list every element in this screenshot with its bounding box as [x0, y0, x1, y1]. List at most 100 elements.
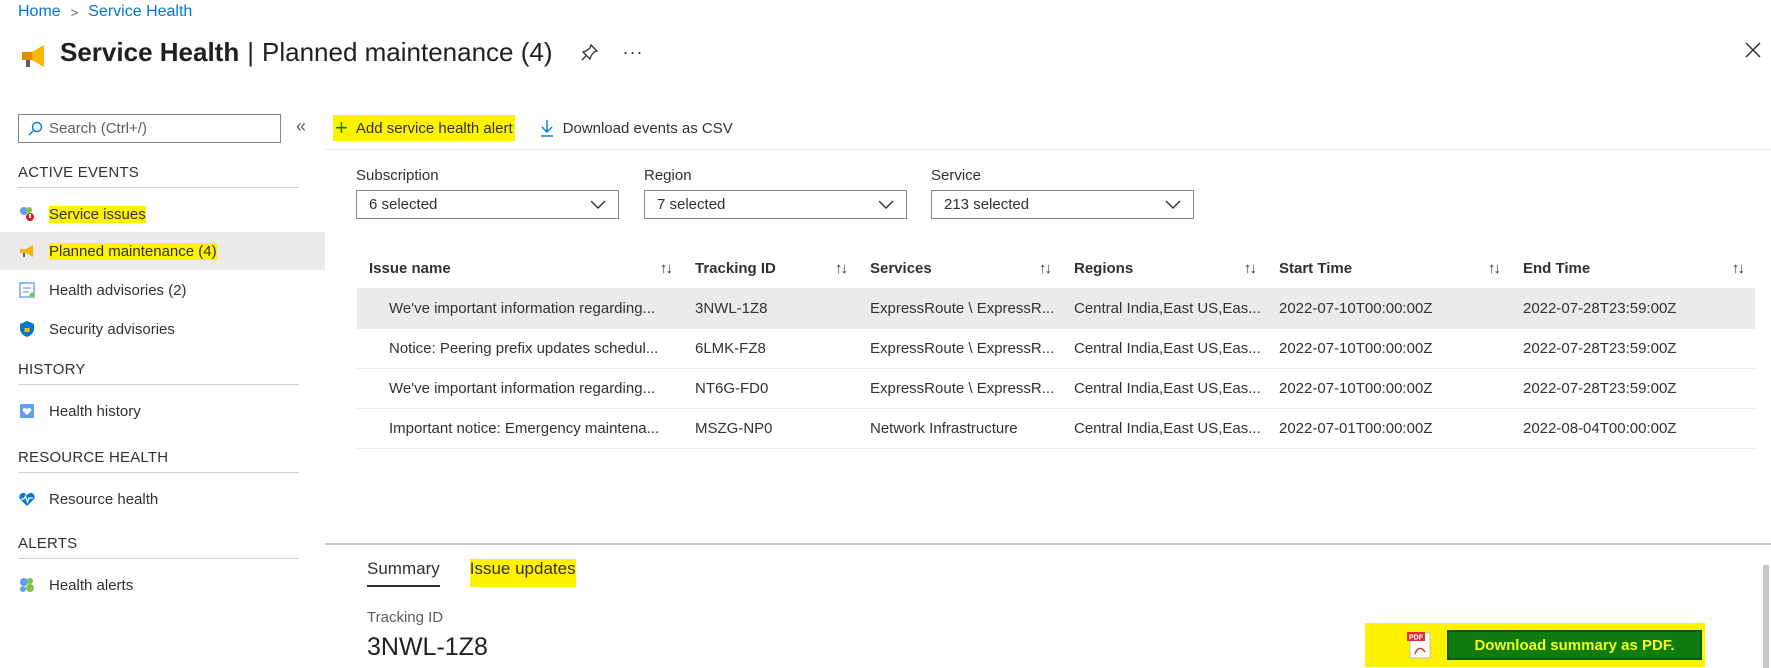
column-header-tracking-id[interactable]: Tracking ID ↑↓ [683, 250, 858, 288]
table-row[interactable]: We've important information regarding...… [357, 287, 1755, 328]
service-filter: Service 213 selected [931, 167, 1194, 219]
add-service-health-alert-button[interactable]: + Add service health alert [333, 115, 515, 141]
collapse-sidebar-button[interactable]: « [296, 116, 306, 137]
cell-tracking-id: MSZG-NP0 [683, 407, 858, 449]
close-icon[interactable] [1743, 40, 1763, 60]
cell-start-time: 2022-07-10T00:00:00Z [1267, 287, 1511, 328]
sidebar-item-label: Planned maintenance (4) [49, 242, 217, 260]
more-options-button[interactable]: ··· [623, 42, 644, 63]
download-csv-label: Download events as CSV [562, 119, 733, 137]
sidebar-item-label: Resource health [49, 490, 159, 508]
column-header-start-time[interactable]: Start Time ↑↓ [1267, 250, 1511, 288]
search-input[interactable]: Search (Ctrl+/) [18, 114, 281, 143]
cell-end-time: 2022-07-28T23:59:00Z [1511, 367, 1755, 408]
cell-regions: Central India,East US,Eas... [1062, 327, 1267, 368]
health-history-icon [20, 404, 34, 418]
sidebar-item-resource-health[interactable]: Resource health [0, 480, 325, 518]
page-header: Service Health | Planned maintenance (4)… [18, 34, 644, 70]
cell-tracking-id: 3NWL-1Z8 [683, 287, 858, 328]
title-separator: | [247, 36, 254, 67]
column-header-end-time[interactable]: End Time ↑↓ [1511, 250, 1755, 288]
heart-pulse-icon [19, 492, 35, 506]
cell-issue-name: Notice: Peering prefix updates schedul..… [357, 327, 683, 368]
cell-regions: Central India,East US,Eas... [1062, 287, 1267, 328]
sidebar-item-label: Health advisories (2) [49, 281, 187, 299]
service-dropdown[interactable]: 213 selected [931, 190, 1194, 219]
megaphone-icon [22, 45, 44, 67]
sidebar-item-label: Security advisories [49, 320, 175, 338]
cell-tracking-id: 6LMK-FZ8 [683, 327, 858, 368]
cell-services: Network Infrastructure [858, 407, 1062, 449]
search-icon [28, 121, 43, 135]
sidebar-item-health-alerts[interactable]: Health alerts [0, 566, 325, 604]
page-title: Service Health [60, 36, 240, 67]
sidebar-item-security-advisories[interactable]: Security advisories [0, 310, 325, 348]
pdf-icon-text: PDF [1409, 635, 1424, 642]
cell-services: ExpressRoute \ ExpressR... [858, 287, 1062, 328]
table-row[interactable]: We've important information regarding...… [357, 367, 1755, 408]
page-subtitle: Planned maintenance (4) [261, 36, 553, 67]
tab-issue-updates[interactable]: Issue updates [469, 559, 576, 587]
breadcrumb-home-link[interactable]: Home [18, 3, 61, 21]
table-row[interactable]: Important notice: Emergency maintena... … [357, 407, 1755, 449]
detail-scrollbar[interactable] [1763, 565, 1769, 668]
cell-issue-name: We've important information regarding... [357, 287, 683, 328]
tracking-id-label: Tracking ID [367, 609, 444, 626]
cell-start-time: 2022-07-01T00:00:00Z [1267, 407, 1511, 449]
section-alerts: ALERTS [18, 535, 299, 559]
sort-icon[interactable]: ↑↓ [1039, 260, 1052, 277]
section-resource-health: RESOURCE HEALTH [18, 449, 299, 473]
megaphone-icon [20, 245, 33, 257]
cell-start-time: 2022-07-10T00:00:00Z [1267, 367, 1511, 408]
cell-issue-name: Important notice: Emergency maintena... [357, 407, 683, 449]
plus-icon: + [335, 115, 348, 140]
tab-summary[interactable]: Summary [367, 559, 440, 587]
subscription-filter: Subscription 6 selected [356, 167, 619, 219]
sort-icon[interactable]: ↑↓ [660, 260, 673, 277]
sort-icon[interactable]: ↑↓ [1244, 260, 1257, 277]
cell-tracking-id: NT6G-FD0 [683, 367, 858, 408]
cell-end-time: 2022-08-04T00:00:00Z [1511, 407, 1755, 449]
section-history: HISTORY [18, 361, 299, 385]
download-icon [540, 120, 553, 137]
cell-regions: Central India,East US,Eas... [1062, 407, 1267, 449]
cell-end-time: 2022-07-28T23:59:00Z [1511, 287, 1755, 328]
command-bar: + Add service health alert Download even… [325, 107, 1771, 150]
service-issues-icon [20, 207, 34, 221]
sidebar-item-label: Health history [49, 402, 141, 420]
download-summary-pdf-button[interactable]: Download summary as PDF. [1447, 630, 1702, 660]
sidebar-item-health-advisories[interactable]: Health advisories (2) [0, 271, 325, 309]
breadcrumb-service-health-link[interactable]: Service Health [88, 3, 192, 21]
column-header-services[interactable]: Services ↑↓ [858, 250, 1062, 288]
sidebar-item-service-issues[interactable]: Service issues [0, 195, 325, 233]
dropdown-value: 6 selected [369, 196, 438, 213]
search-placeholder: Search (Ctrl+/) [49, 120, 147, 137]
table-row[interactable]: Notice: Peering prefix updates schedul..… [357, 327, 1755, 368]
cell-services: ExpressRoute \ ExpressR... [858, 367, 1062, 408]
sidebar-item-health-history[interactable]: Health history [0, 392, 325, 430]
sidebar-item-label: Health alerts [49, 576, 134, 594]
cell-end-time: 2022-07-28T23:59:00Z [1511, 327, 1755, 368]
sidebar-item-label: Service issues [49, 205, 146, 223]
sort-icon[interactable]: ↑↓ [1488, 260, 1501, 277]
dropdown-value: 7 selected [657, 196, 726, 213]
pin-icon[interactable] [581, 43, 599, 61]
column-header-issue-name[interactable]: Issue name ↑↓ [357, 250, 683, 288]
subscription-dropdown[interactable]: 6 selected [356, 190, 619, 219]
filter-label: Service [931, 167, 982, 184]
detail-pane: Summary Issue updates Tracking ID 3NWL-1… [325, 543, 1771, 668]
cell-regions: Central India,East US,Eas... [1062, 367, 1267, 408]
sidebar-item-planned-maintenance[interactable]: Planned maintenance (4) [0, 232, 325, 270]
chevron-down-icon [590, 200, 606, 209]
region-dropdown[interactable]: 7 selected [644, 190, 907, 219]
column-header-regions[interactable]: Regions ↑↓ [1062, 250, 1267, 288]
detail-tabs: Summary Issue updates [367, 559, 576, 587]
sort-icon[interactable]: ↑↓ [835, 260, 848, 277]
tracking-id-value: 3NWL-1Z8 [367, 633, 488, 661]
download-csv-button[interactable]: Download events as CSV [537, 115, 735, 141]
filter-label: Region [644, 167, 692, 184]
health-advisories-icon [19, 282, 35, 298]
sort-icon[interactable]: ↑↓ [1732, 260, 1745, 277]
pdf-icon: PDF [1407, 632, 1431, 659]
shield-icon [20, 321, 34, 337]
